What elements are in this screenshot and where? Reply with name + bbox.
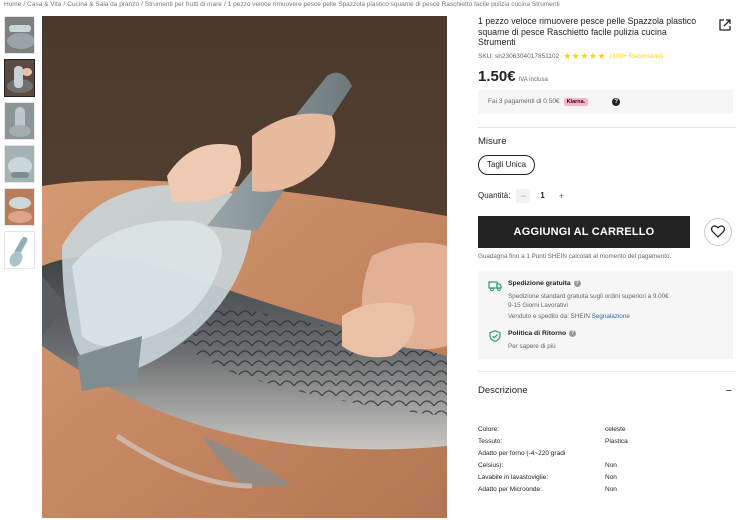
thumbnail-list <box>4 16 36 274</box>
attribute-row: Adatto per forno (-4~220 gradi <box>478 448 736 460</box>
free-shipping-title-text: Spedizione gratuita <box>508 279 571 287</box>
thumbnail-5[interactable] <box>4 188 35 226</box>
attribute-key: Lavabile in lavastoviglie: <box>478 473 549 481</box>
shipping-details: Spedizione standard gratuita sugli ordin… <box>508 292 669 310</box>
price: 1.50€ <box>478 67 516 85</box>
help-icon[interactable]: ? <box>612 97 621 106</box>
collapse-icon[interactable]: − <box>726 385 732 397</box>
attribute-row: Lavabile in lavastoviglie: Non <box>478 472 736 484</box>
sku-row: SKU: sh2306304017851102 ★★★★★ (100+ Rece… <box>478 51 736 62</box>
quantity-decrease-button[interactable]: − <box>516 188 531 203</box>
breadcrumb-separator: / <box>223 1 226 8</box>
quantity-value[interactable]: 1 <box>530 191 554 200</box>
product-title: 1 pezzo veloce rimuovere pesce pelle Spa… <box>478 16 697 47</box>
attribute-key: Tessuto: <box>478 437 503 445</box>
truck-icon <box>488 280 502 291</box>
attribute-value: celeste <box>605 425 626 433</box>
shipping-box: Spedizione gratuita ? Spedizione standar… <box>478 270 733 359</box>
quantity-increase-button[interactable]: + <box>554 188 569 203</box>
breadcrumb-separator: / <box>23 1 26 8</box>
description-title: Descrizione <box>478 385 528 396</box>
attribute-value: Non <box>605 485 617 493</box>
thumbnail-4[interactable] <box>4 145 35 183</box>
attribute-key: Colore: <box>478 425 499 433</box>
thumbnail-1[interactable] <box>4 16 35 54</box>
report-link[interactable]: Segnalazione <box>592 313 630 320</box>
klarna-banner: Fai 3 pagamenti di 0.50€ Klarna. ? <box>478 89 733 114</box>
breadcrumb: Home / Casa & Vita / Cucina & Sala da pranzo… <box>4 0 740 10</box>
attribute-key: Adatto per Microonde: <box>478 485 542 493</box>
size-label: Misure <box>478 135 507 147</box>
klarna-logo: Klarna. <box>563 97 589 106</box>
attribute-key: Celsius): <box>478 461 504 469</box>
description-header[interactable]: Descrizione − <box>478 384 736 398</box>
info-icon[interactable]: ? <box>573 279 581 287</box>
attribute-value: Non <box>605 473 617 481</box>
wishlist-button[interactable] <box>704 217 732 246</box>
free-shipping-title: Spedizione gratuita ? <box>508 279 669 287</box>
seller-row: Venduto e spedito da: SHEIN Segnalazione <box>508 313 669 320</box>
info-icon[interactable]: ? <box>569 329 577 337</box>
reviews-link[interactable]: (100+ Recensioni) <box>610 53 663 60</box>
shipping-threshold: Spedizione standard gratuita sugli ordin… <box>508 292 669 300</box>
thumbnail-6[interactable] <box>4 231 35 269</box>
heart-icon <box>711 225 725 238</box>
breadcrumb-home[interactable]: Home <box>4 1 21 8</box>
attribute-row: Colore: celeste <box>478 424 736 436</box>
seller-text: Venduto e spedito da: SHEIN <box>508 312 590 320</box>
breadcrumb-current: 1 pezzo veloce rimuovere pesce pelle Spa… <box>227 1 560 8</box>
divider <box>478 370 736 372</box>
return-policy-row: Politica di Ritorno ? Per sapere di più <box>488 329 723 351</box>
klarna-text: Fai 3 pagamenti di 0.50€ <box>488 98 560 105</box>
size-option-one-size[interactable]: Tagli Unica <box>478 154 536 175</box>
attribute-value: Plastica <box>605 437 628 445</box>
attribute-row: Adatto per Microonde: Non <box>478 484 736 496</box>
breadcrumb-separator: / <box>141 1 143 8</box>
return-policy-link[interactable]: Per sapere di più <box>508 342 576 351</box>
breadcrumb-separator: / <box>63 1 66 8</box>
share-icon[interactable] <box>718 18 732 32</box>
vat-label: IVA inclusa <box>518 76 548 83</box>
return-policy-title-text: Politica di Ritorno <box>508 329 567 337</box>
attribute-value: Non <box>605 461 617 469</box>
attribute-key: Adatto per forno (-4~220 gradi <box>478 449 566 457</box>
breadcrumb-strumenti[interactable]: Strumenti per frutti di mare <box>145 1 222 8</box>
thumbnail-3[interactable] <box>4 102 35 140</box>
attribute-row: Celsius): Non <box>478 460 736 472</box>
rating-stars: ★★★★★ <box>563 50 607 61</box>
cart-row: AGGIUNGI AL CARRELLO <box>478 215 736 248</box>
product-main-image[interactable] <box>42 16 447 518</box>
breadcrumb-casa-vita[interactable]: Casa & Vita <box>27 1 61 8</box>
product-info-panel: 1 pezzo veloce rimuovere pesce pelle Spa… <box>478 16 736 496</box>
shipping-days: 9-15 Giorni Lavorativi <box>508 301 568 309</box>
return-policy-title: Politica di Ritorno ? <box>508 329 577 337</box>
points-text: Guadagna fino a 1 Punti SHEIN calcolati … <box>478 252 672 260</box>
attribute-row: Tessuto: Plastica <box>478 436 736 448</box>
thumbnail-2[interactable] <box>4 59 35 97</box>
divider <box>478 126 736 128</box>
price-row: 1.50€ IVA inclusa <box>478 68 736 85</box>
quantity-row: Quantità: − 1 + <box>478 188 736 203</box>
attributes-list: Colore: celeste Tessuto: Plastica Adatto… <box>478 424 736 496</box>
sku-label: SKU: sh2306304017851102 <box>478 52 560 60</box>
free-shipping-row: Spedizione gratuita ? Spedizione standar… <box>488 279 723 320</box>
quantity-label: Quantità: <box>478 191 511 200</box>
add-to-cart-button[interactable]: AGGIUNGI AL CARRELLO <box>478 215 690 248</box>
shield-check-icon <box>489 329 501 342</box>
breadcrumb-cucina[interactable]: Cucina & Sala da pranzo <box>67 1 139 8</box>
